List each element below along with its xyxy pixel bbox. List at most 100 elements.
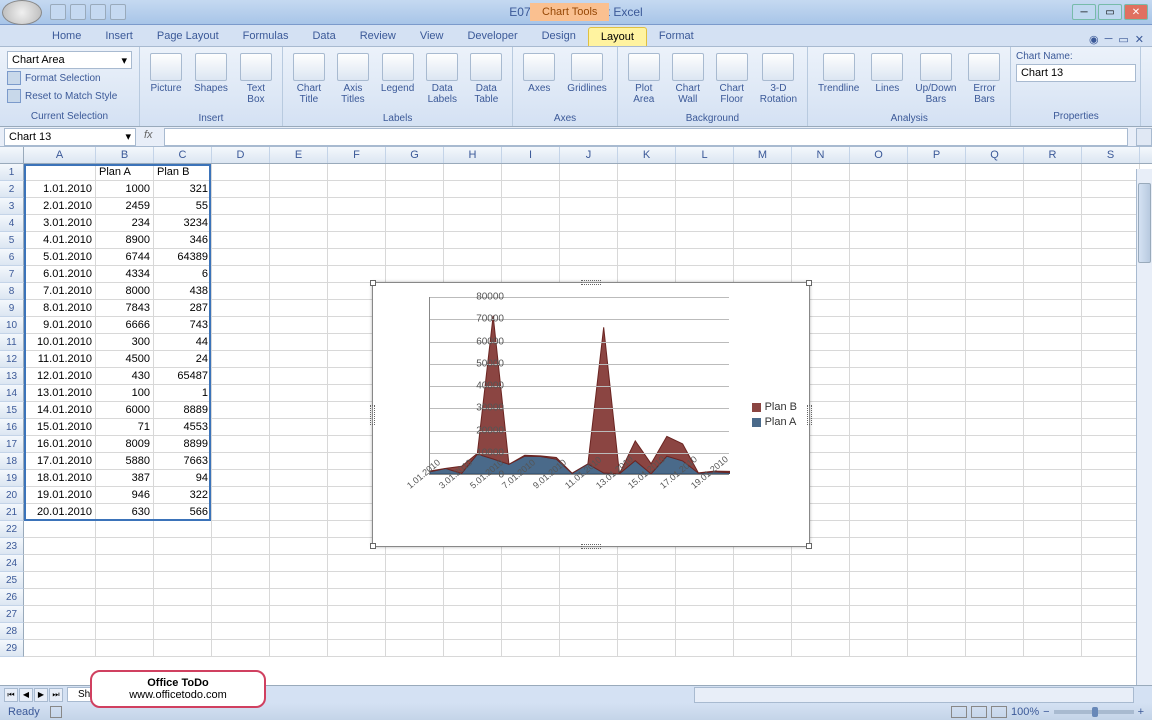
cell[interactable] (328, 181, 386, 198)
chart-element-dropdown[interactable]: Chart Area▾ (7, 51, 132, 69)
cell[interactable]: 6.01.2010 (24, 266, 96, 283)
workbook-close-icon[interactable]: ✕ (1135, 33, 1144, 46)
cell[interactable]: 6000 (96, 402, 154, 419)
cell[interactable] (850, 419, 908, 436)
cell[interactable] (908, 402, 966, 419)
column-header[interactable]: R (1024, 147, 1082, 163)
cell[interactable] (908, 385, 966, 402)
cell[interactable] (24, 623, 96, 640)
cell[interactable]: 100 (96, 385, 154, 402)
cell[interactable] (502, 249, 560, 266)
cell[interactable] (502, 215, 560, 232)
ribbon-tab-developer[interactable]: Developer (455, 27, 529, 46)
cell[interactable] (966, 555, 1024, 572)
cell[interactable] (328, 249, 386, 266)
qat-redo-icon[interactable] (90, 4, 106, 20)
cell[interactable]: 6744 (96, 249, 154, 266)
cell[interactable]: 7843 (96, 300, 154, 317)
cell[interactable] (154, 555, 212, 572)
column-header[interactable]: Q (966, 147, 1024, 163)
cell[interactable] (212, 487, 270, 504)
cell[interactable] (908, 538, 966, 555)
row-header[interactable]: 27 (0, 606, 24, 623)
minimize-button[interactable]: ─ (1072, 4, 1096, 20)
cell[interactable]: 630 (96, 504, 154, 521)
cell[interactable] (560, 249, 618, 266)
row-header[interactable]: 16 (0, 419, 24, 436)
cell[interactable] (1082, 283, 1140, 300)
cell[interactable] (560, 555, 618, 572)
cell[interactable] (1082, 266, 1140, 283)
cell[interactable] (792, 164, 850, 181)
cell[interactable] (734, 555, 792, 572)
cell[interactable] (1082, 419, 1140, 436)
cell[interactable] (1024, 606, 1082, 623)
cell[interactable] (908, 283, 966, 300)
qat-save-icon[interactable] (50, 4, 66, 20)
cell[interactable] (386, 232, 444, 249)
picture-button[interactable]: Picture (146, 51, 186, 96)
cell[interactable] (618, 640, 676, 657)
ribbon-tab-view[interactable]: View (408, 27, 456, 46)
vertical-scrollbar[interactable] (1136, 169, 1152, 685)
lines-button[interactable]: Lines (867, 51, 907, 96)
cell[interactable] (270, 419, 328, 436)
cell[interactable] (792, 589, 850, 606)
cell[interactable] (1082, 504, 1140, 521)
view-normal-icon[interactable] (951, 706, 967, 718)
cell[interactable] (1024, 198, 1082, 215)
cell[interactable] (96, 606, 154, 623)
cell[interactable] (24, 589, 96, 606)
cell[interactable] (560, 589, 618, 606)
column-header[interactable]: M (734, 147, 792, 163)
cell[interactable] (618, 215, 676, 232)
cell[interactable] (734, 606, 792, 623)
cell[interactable] (270, 368, 328, 385)
row-header[interactable]: 4 (0, 215, 24, 232)
cell[interactable] (734, 181, 792, 198)
cell[interactable] (618, 572, 676, 589)
cell[interactable]: 566 (154, 504, 212, 521)
cell[interactable] (676, 555, 734, 572)
cell[interactable] (792, 232, 850, 249)
row-header[interactable]: 11 (0, 334, 24, 351)
data-table-button[interactable]: DataTable (466, 51, 506, 107)
cell[interactable] (1024, 436, 1082, 453)
cell[interactable] (1024, 470, 1082, 487)
cell[interactable] (1024, 453, 1082, 470)
cell[interactable] (444, 572, 502, 589)
cell[interactable] (908, 300, 966, 317)
cell[interactable] (966, 453, 1024, 470)
cell[interactable]: 8000 (96, 283, 154, 300)
cell[interactable] (212, 266, 270, 283)
plot-area-button[interactable]: PlotArea (624, 51, 664, 107)
cell[interactable] (96, 572, 154, 589)
column-header[interactable]: H (444, 147, 502, 163)
cell[interactable] (386, 623, 444, 640)
cell[interactable] (966, 589, 1024, 606)
cell[interactable] (24, 640, 96, 657)
cell[interactable] (908, 640, 966, 657)
cell[interactable] (1082, 198, 1140, 215)
column-header[interactable]: K (618, 147, 676, 163)
row-header[interactable]: 5 (0, 232, 24, 249)
cell[interactable] (966, 368, 1024, 385)
cell[interactable] (24, 521, 96, 538)
cell[interactable] (618, 181, 676, 198)
cell[interactable]: 71 (96, 419, 154, 436)
tab-next-icon[interactable]: ▶ (34, 688, 48, 702)
cell[interactable] (908, 164, 966, 181)
cell[interactable] (212, 538, 270, 555)
cell[interactable] (1024, 368, 1082, 385)
cell[interactable] (908, 232, 966, 249)
formula-bar-expand-icon[interactable] (1136, 128, 1152, 146)
cell[interactable] (1024, 589, 1082, 606)
cell[interactable] (908, 334, 966, 351)
cell[interactable]: 3234 (154, 215, 212, 232)
cell[interactable] (734, 623, 792, 640)
cell[interactable] (1082, 215, 1140, 232)
cell[interactable] (1082, 164, 1140, 181)
workbook-restore-icon[interactable]: ▭ (1118, 33, 1128, 46)
cell[interactable] (1082, 623, 1140, 640)
cell[interactable] (966, 402, 1024, 419)
